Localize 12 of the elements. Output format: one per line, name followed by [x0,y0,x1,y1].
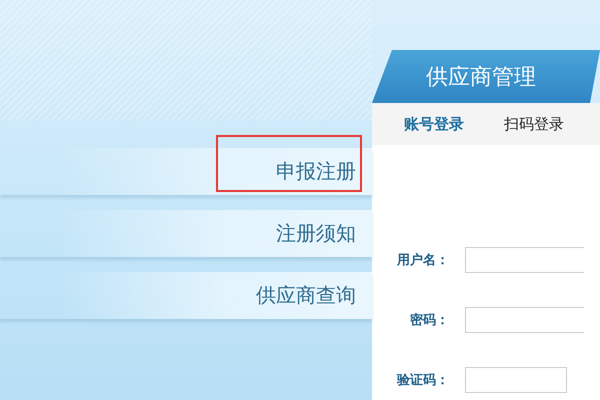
field-label: 用户名： [396,252,450,269]
field-label: 验证码： [396,372,450,389]
menu-item[interactable]: 注册须知 [0,210,372,257]
input-field[interactable] [465,307,584,333]
menu-item[interactable]: 申报注册 [0,148,372,195]
menu-item[interactable]: 供应商查询 [0,272,372,319]
input-field[interactable] [465,367,567,393]
input-field[interactable] [465,247,584,273]
login-tab[interactable]: 账号登录 [404,114,464,134]
login-tab[interactable]: 扫码登录 [504,114,564,134]
panel-title: 供应商管理 [372,50,600,103]
field-label: 密码： [409,312,450,329]
